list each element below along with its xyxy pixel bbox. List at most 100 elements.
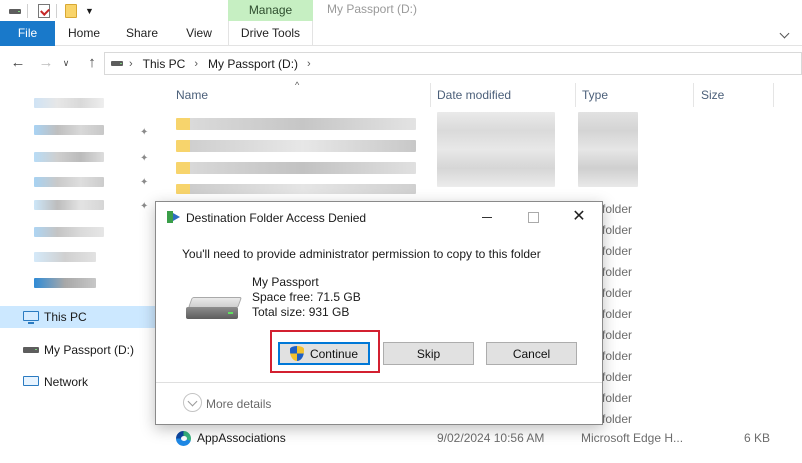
drive-icon xyxy=(23,347,39,353)
file-size: 6 KB xyxy=(744,431,771,445)
chevron-right-icon[interactable]: › xyxy=(307,58,311,70)
divider xyxy=(56,4,57,18)
redacted-row xyxy=(176,140,416,152)
skip-button[interactable]: Skip xyxy=(383,342,474,365)
row-type-label: folder xyxy=(602,286,633,300)
back-arrow-icon[interactable]: ← xyxy=(8,52,28,74)
file-date: 9/02/2024 10:56 AM xyxy=(437,431,545,445)
new-folder-icon[interactable] xyxy=(65,4,77,18)
dialog-message: You'll need to provide administrator per… xyxy=(182,247,541,261)
forward-arrow-icon[interactable]: → xyxy=(36,52,56,74)
column-divider[interactable] xyxy=(430,83,431,107)
divider xyxy=(27,4,28,18)
redacted-date xyxy=(437,112,555,187)
redacted-item xyxy=(34,278,96,288)
column-header-date-modified[interactable]: Date modified xyxy=(437,88,511,106)
row-type-label: folder xyxy=(602,202,633,216)
nav-item-my-passport[interactable]: My Passport (D:) xyxy=(0,339,158,361)
drive-icon xyxy=(9,8,21,14)
row-type-label: folder xyxy=(602,328,633,342)
computer-icon xyxy=(23,311,39,324)
row-type-label: folder xyxy=(602,307,633,321)
minimize-icon[interactable] xyxy=(472,206,502,228)
address-bar[interactable]: › This PC › My Passport (D:) › xyxy=(104,52,802,75)
continue-button[interactable]: Continue xyxy=(278,342,370,365)
nav-item-label: Network xyxy=(44,375,89,389)
tab-drive-tools[interactable]: Drive Tools xyxy=(228,21,313,46)
ribbon-tabs: File Home Share View Drive Tools xyxy=(0,21,802,46)
dialog-title-bar[interactable]: Destination Folder Access Denied ✕ xyxy=(156,202,602,232)
file-transfer-icon xyxy=(167,211,181,223)
tab-share[interactable]: Share xyxy=(112,21,172,46)
recent-locations-icon[interactable]: ∨ xyxy=(59,52,73,74)
redacted-row xyxy=(176,118,416,130)
pin-icon[interactable]: ✦ xyxy=(140,202,150,212)
chevron-down-icon[interactable] xyxy=(183,393,202,412)
cancel-button[interactable]: Cancel xyxy=(486,342,577,365)
quick-access-toolbar: ▼ xyxy=(0,0,94,22)
breadcrumb-my-passport[interactable]: My Passport (D:) xyxy=(208,57,298,71)
divider xyxy=(156,382,602,383)
redacted-item xyxy=(34,200,104,210)
manage-context-tab[interactable]: Manage xyxy=(228,0,313,21)
row-type-label: folder xyxy=(602,370,633,384)
tab-home[interactable]: Home xyxy=(56,21,112,46)
table-row[interactable]: AppAssociations 9/02/2024 10:56 AM Micro… xyxy=(158,428,802,450)
column-header-size[interactable]: Size xyxy=(701,88,724,106)
close-icon[interactable]: ✕ xyxy=(564,206,594,228)
nav-item-network[interactable]: Network xyxy=(0,371,158,393)
breadcrumb-this-pc[interactable]: This PC xyxy=(143,57,186,71)
redacted-row xyxy=(176,184,416,194)
chevron-right-icon[interactable]: › xyxy=(194,58,198,70)
customize-toolbar-icon[interactable]: ▼ xyxy=(85,6,94,16)
column-header-type[interactable]: Type xyxy=(582,88,608,106)
network-icon xyxy=(23,376,39,386)
window-title: My Passport (D:) xyxy=(327,2,418,16)
column-divider[interactable] xyxy=(575,83,576,107)
redacted-item xyxy=(34,177,104,187)
dialog-title: Destination Folder Access Denied xyxy=(186,211,367,225)
row-type-label: folder xyxy=(602,265,633,279)
pin-icon[interactable]: ✦ xyxy=(140,154,150,164)
total-size: Total size: 931 GB xyxy=(252,305,350,319)
properties-icon[interactable] xyxy=(38,4,50,18)
drive-icon xyxy=(111,61,123,66)
file-type: Microsoft Edge H... xyxy=(581,431,684,445)
expand-ribbon-icon[interactable] xyxy=(778,27,792,41)
row-type-label: folder xyxy=(602,223,633,237)
drive-info: My Passport Space free: 71.5 GB Total si… xyxy=(252,275,361,320)
drive-name: My Passport xyxy=(252,275,319,289)
row-type-label: folder xyxy=(602,412,633,426)
redacted-item xyxy=(34,252,96,262)
row-type-label: folder xyxy=(602,244,633,258)
more-details-toggle[interactable]: More details xyxy=(206,397,271,411)
redacted-item xyxy=(34,98,104,108)
nav-item-label: My Passport (D:) xyxy=(44,343,135,357)
redacted-item xyxy=(34,227,104,237)
access-denied-dialog: Destination Folder Access Denied ✕ You'l… xyxy=(155,201,603,425)
pin-icon[interactable]: ✦ xyxy=(140,128,150,138)
continue-button-label: Continue xyxy=(309,346,359,361)
column-header-name[interactable]: Name xyxy=(176,88,208,106)
pin-icon[interactable]: ✦ xyxy=(140,178,150,188)
edge-browser-icon xyxy=(176,431,191,446)
navigation-bar: ← → ∨ ↑ › This PC › My Passport (D:) › xyxy=(0,47,802,80)
chevron-right-icon[interactable]: › xyxy=(129,58,133,70)
navigation-pane: ✦ ✦ ✦ ✦ This PC My Passport (D:) Network xyxy=(0,80,158,463)
redacted-item xyxy=(34,152,104,162)
nav-item-this-pc[interactable]: This PC xyxy=(0,306,158,328)
tab-file[interactable]: File xyxy=(0,21,55,46)
file-name: AppAssociations xyxy=(197,431,286,445)
nav-item-label: This PC xyxy=(44,310,87,324)
maximize-icon[interactable] xyxy=(518,206,548,228)
space-free: Space free: 71.5 GB xyxy=(252,290,361,304)
row-type-label: folder xyxy=(602,349,633,363)
column-divider[interactable] xyxy=(773,83,774,107)
redacted-item xyxy=(34,125,104,135)
column-divider[interactable] xyxy=(693,83,694,107)
tab-view[interactable]: View xyxy=(172,21,226,46)
row-type-label: folder xyxy=(602,391,633,405)
up-arrow-icon[interactable]: ↑ xyxy=(82,52,102,74)
redacted-row xyxy=(176,162,416,174)
uac-shield-icon xyxy=(289,346,304,361)
